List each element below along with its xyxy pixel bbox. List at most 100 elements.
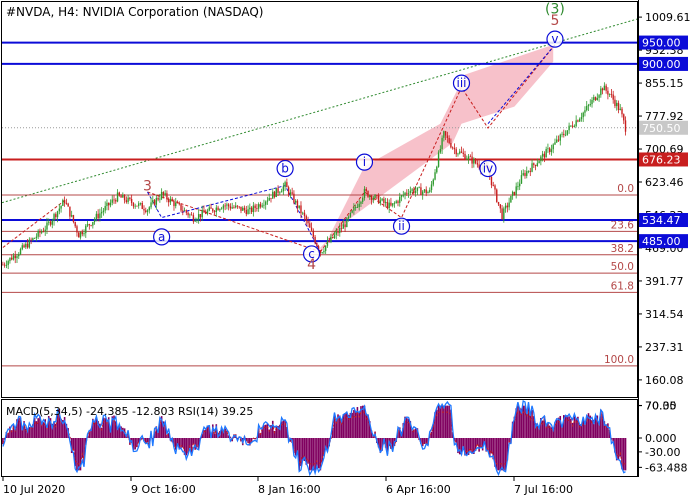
candle-body	[425, 189, 427, 194]
candle-body	[406, 192, 408, 194]
candle-body	[369, 195, 371, 197]
macd-histogram-bar	[430, 431, 433, 438]
candle-body	[589, 104, 591, 106]
candle-body	[384, 201, 387, 203]
candle-body	[39, 230, 41, 233]
candle-body	[397, 201, 399, 203]
candle-body	[469, 156, 472, 158]
candle-body	[74, 221, 76, 227]
candle-body	[111, 199, 113, 203]
candle-body	[197, 214, 200, 220]
candle-body	[557, 139, 560, 141]
candle-body	[310, 227, 313, 231]
candle-body	[568, 125, 570, 131]
candle-body	[189, 214, 191, 216]
candle-body	[157, 198, 159, 200]
candle-body	[365, 188, 367, 191]
y-tick-label: 237.31	[645, 341, 684, 354]
candle-body	[210, 207, 212, 209]
macd-histogram-bar	[134, 438, 136, 450]
candle-body	[243, 207, 246, 210]
candle-body	[146, 210, 149, 212]
candle-body	[182, 210, 184, 212]
candle-body	[130, 199, 133, 203]
candle-body	[32, 238, 34, 241]
candle-body	[125, 200, 128, 203]
candle-body	[180, 204, 182, 211]
candle-body	[395, 201, 397, 203]
candle-body	[563, 133, 565, 135]
candle-body	[208, 207, 210, 211]
candle-body	[62, 200, 64, 206]
candle-body	[504, 205, 507, 209]
candle-body	[256, 208, 258, 209]
price-level-tag: 534.47	[642, 214, 681, 227]
candle-body	[316, 243, 318, 247]
candle-body	[388, 202, 390, 209]
candle-body	[141, 203, 143, 209]
candle-body	[236, 205, 239, 207]
candle-body	[215, 207, 218, 213]
candle-body	[259, 204, 262, 207]
candle-body	[23, 245, 25, 248]
candle-body	[536, 163, 539, 167]
macd-histogram-bar	[316, 438, 318, 467]
candle-body	[624, 120, 627, 132]
candle-body	[344, 224, 346, 228]
candle-body	[294, 200, 297, 203]
candle-body	[2, 264, 4, 266]
candle-body	[314, 236, 316, 244]
candle-body	[90, 225, 92, 226]
candle-body	[587, 105, 590, 107]
candle-body	[25, 243, 27, 248]
candle-body	[14, 255, 16, 259]
macd-histogram-bar	[448, 405, 450, 438]
macd-histogram-bar	[607, 423, 609, 438]
candle-body	[342, 224, 345, 229]
x-tick-label: 9 Oct 16:00	[131, 483, 196, 496]
wave-label: (3)	[545, 1, 565, 17]
macd-histogram-bar	[622, 438, 625, 471]
candle-body	[279, 192, 281, 194]
candle-body	[226, 204, 228, 206]
candle-body	[434, 172, 436, 180]
candle-body	[559, 134, 561, 141]
macd-histogram-bar	[346, 412, 348, 438]
candle-body	[219, 209, 221, 211]
candle-body	[194, 220, 196, 222]
candle-body	[284, 182, 286, 187]
candle-body	[617, 102, 620, 110]
candle-body	[474, 159, 477, 164]
candle-body	[37, 230, 39, 237]
candle-body	[601, 88, 604, 91]
candle-body	[166, 193, 168, 200]
candle-body	[400, 195, 403, 197]
macd-histogram-bar	[361, 405, 364, 438]
candle-body	[393, 202, 396, 204]
candle-body	[444, 131, 447, 136]
candle-body	[48, 221, 50, 223]
macd-histogram-bar	[499, 438, 502, 471]
candle-body	[321, 252, 323, 254]
candle-body	[88, 224, 91, 226]
candle-body	[603, 85, 606, 91]
macd-histogram-bar	[347, 414, 350, 438]
macd-histogram-bar	[564, 416, 567, 438]
candle-body	[420, 187, 422, 195]
candle-body	[263, 204, 265, 206]
candle-body	[376, 195, 378, 196]
candle-body	[608, 93, 611, 95]
candle-body	[95, 213, 98, 220]
macd-histogram-bar	[524, 405, 526, 438]
candle-body	[508, 202, 510, 208]
macd-histogram-bar	[568, 416, 570, 438]
candle-body	[70, 215, 73, 217]
candle-body	[541, 153, 544, 157]
fib-level-label: 61.8	[611, 280, 634, 292]
candle-body	[7, 261, 9, 266]
candle-body	[275, 188, 277, 198]
candle-body	[464, 153, 466, 160]
candle-body	[167, 199, 170, 203]
candle-body	[503, 208, 505, 219]
macd-histogram-bar	[522, 405, 525, 438]
